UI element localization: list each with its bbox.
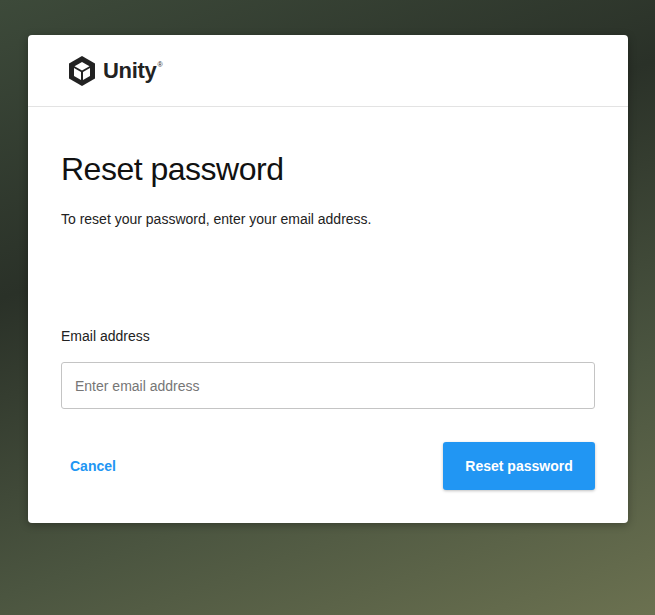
dialog-body: Reset password To reset your password, en… [28,107,628,522]
cancel-button[interactable]: Cancel [61,456,116,477]
dialog-title: Reset password [61,149,595,189]
logo-text: Unity [103,58,157,84]
reset-dialog: Unity® Reset password To reset your passwo… [28,35,628,523]
logo-mark: ® [158,60,163,70]
page-background: Unity® Reset password To reset your passwo… [0,0,655,615]
unity-cube-icon [66,55,98,87]
email-input[interactable] [61,362,595,409]
button-row: Cancel Reset password [61,442,595,490]
dialog-description: To reset your password, enter your email… [61,209,595,229]
dialog-header: Unity® [28,35,628,107]
reset-password-button[interactable]: Reset password [443,442,595,490]
unity-logo[interactable]: Unity® [103,58,163,84]
email-label: Email address [61,326,595,346]
